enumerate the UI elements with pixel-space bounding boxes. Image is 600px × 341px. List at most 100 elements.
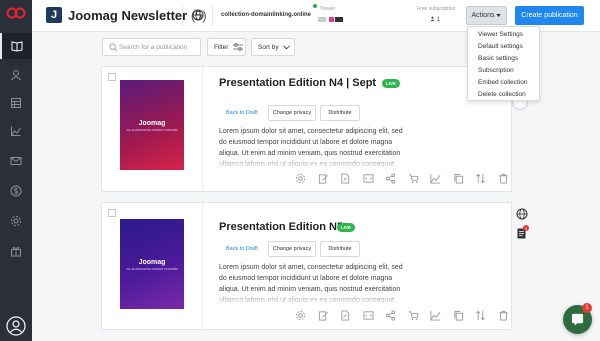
collection-title[interactable]: Joomag Newsletter (5) xyxy=(68,8,207,23)
back-to-draft-link[interactable]: Back to Draft xyxy=(226,110,258,116)
copy-icon[interactable] xyxy=(453,173,464,184)
viewer-swatch[interactable] xyxy=(318,17,326,22)
trash-icon[interactable] xyxy=(498,310,509,321)
sidebar-item-gifts[interactable] xyxy=(0,238,32,264)
online-status-dot xyxy=(313,4,317,8)
chat-badge: 1 xyxy=(582,303,592,313)
notification-badge: 1 xyxy=(523,225,529,231)
book-icon xyxy=(11,41,23,52)
user-icon xyxy=(430,16,435,21)
analytics-icon[interactable] xyxy=(430,310,441,321)
change-privacy-button[interactable]: Change privacy xyxy=(268,241,316,257)
actions-label: Actions xyxy=(471,12,495,19)
embed-icon[interactable] xyxy=(362,310,374,321)
chart-icon xyxy=(11,126,21,136)
edit-icon[interactable] xyxy=(318,173,329,184)
menu-item-default-settings[interactable]: Default settings xyxy=(468,41,539,53)
sidebar-item-billing[interactable] xyxy=(0,178,32,204)
sidebar-item-mail[interactable] xyxy=(0,148,32,174)
filter-label: Filter xyxy=(214,43,229,51)
actions-dropdown: Viewer Settings Default settings Basic s… xyxy=(467,26,540,101)
viewer-label: Viewer xyxy=(320,6,336,12)
card-actions-row xyxy=(295,310,509,321)
search-input[interactable] xyxy=(119,41,199,53)
header-divider xyxy=(212,6,213,26)
share-icon[interactable] xyxy=(385,173,396,184)
move-icon[interactable] xyxy=(475,173,486,184)
trash-icon[interactable] xyxy=(498,173,509,184)
sort-button[interactable]: Sort by xyxy=(251,38,295,56)
globe-icon[interactable] xyxy=(516,208,528,220)
embed-icon[interactable] xyxy=(362,173,374,184)
publication-cover[interactable]: Joomag ALL-IN-ONE DIGITAL CONTENT PLATFO… xyxy=(120,219,184,309)
card-divider xyxy=(202,203,203,329)
share-icon[interactable] xyxy=(385,310,396,321)
sidebar-item-users[interactable] xyxy=(0,62,32,88)
status-badge: LIVE xyxy=(337,223,356,232)
status-badge: LIVE xyxy=(382,79,401,88)
actions-button[interactable]: Actions xyxy=(466,6,507,25)
header-divider xyxy=(182,6,183,26)
gear-icon xyxy=(11,216,21,226)
search-box xyxy=(102,38,201,56)
menu-item-viewer-settings[interactable]: Viewer Settings xyxy=(468,29,539,41)
change-privacy-button[interactable]: Change privacy xyxy=(268,105,316,121)
caret-down-icon xyxy=(496,14,502,17)
globe-icon[interactable] xyxy=(192,9,204,21)
cart-icon[interactable] xyxy=(408,310,419,321)
settings-icon[interactable] xyxy=(295,310,306,321)
card-divider xyxy=(202,67,203,191)
sidebar-item-table[interactable] xyxy=(0,90,32,116)
distribute-button[interactable]: Distribute xyxy=(320,105,360,121)
avatar[interactable] xyxy=(6,316,26,336)
sidebar-item-publications[interactable] xyxy=(0,33,32,59)
sort-label: Sort by xyxy=(258,43,279,51)
collection-logo: J xyxy=(46,7,62,23)
description-fade xyxy=(219,291,409,305)
menu-item-basic-settings[interactable]: Basic settings xyxy=(468,53,539,65)
select-checkbox[interactable] xyxy=(108,209,116,217)
settings-icon[interactable] xyxy=(295,173,306,184)
publication-title[interactable]: Presentation Edition N4 | Sept 20 xyxy=(219,77,379,89)
publication-cover[interactable]: Joomag ALL-IN-ONE DIGITAL CONTENT PLATFO… xyxy=(120,80,184,170)
chevron-down-icon xyxy=(282,44,290,49)
collection-title-text: Joomag Newsletter xyxy=(68,8,188,23)
move-icon[interactable] xyxy=(475,310,486,321)
create-publication-button[interactable]: Create publication xyxy=(515,6,584,25)
cart-icon[interactable] xyxy=(408,173,419,184)
menu-item-embed-collection[interactable]: Embed collection xyxy=(468,77,539,89)
subscription-value: 1 xyxy=(430,16,440,23)
sidebar-item-settings[interactable] xyxy=(0,208,32,234)
table-icon xyxy=(11,98,21,108)
description-fade xyxy=(219,155,409,169)
joomag-logo-icon[interactable] xyxy=(6,7,26,19)
copy-icon[interactable] xyxy=(453,310,464,321)
mail-icon xyxy=(10,157,22,165)
edit-icon[interactable] xyxy=(318,310,329,321)
filter-button[interactable]: Filter xyxy=(207,38,246,56)
select-checkbox[interactable] xyxy=(108,73,116,81)
pdf-edit-icon[interactable] xyxy=(340,173,351,184)
collection-link[interactable]: collection-domainlinking.online xyxy=(221,12,311,18)
card-actions-row xyxy=(295,173,509,184)
cover-logo: Joomag xyxy=(138,120,166,127)
gift-icon xyxy=(11,246,21,257)
publication-title[interactable]: Presentation Edition N5 xyxy=(219,221,343,233)
menu-item-subscription[interactable]: Subscription xyxy=(468,65,539,77)
viewer-swatch[interactable] xyxy=(335,17,343,22)
sidebar xyxy=(0,0,32,341)
analytics-icon[interactable] xyxy=(430,173,441,184)
publication-card: Joomag ALL-IN-ONE DIGITAL CONTENT PLATFO… xyxy=(101,66,512,192)
cover-tagline: ALL-IN-ONE DIGITAL CONTENT PLATFORM xyxy=(126,268,178,271)
viewer-swatch[interactable] xyxy=(329,17,334,22)
distribute-button[interactable]: Distribute xyxy=(320,241,360,257)
cover-tagline: ALL-IN-ONE DIGITAL CONTENT PLATFORM xyxy=(126,129,178,132)
subscriber-count: 1 xyxy=(436,17,441,23)
sidebar-item-analytics[interactable] xyxy=(0,118,32,144)
pdf-edit-icon[interactable] xyxy=(340,310,351,321)
back-to-draft-link[interactable]: Back to Draft xyxy=(226,246,258,252)
menu-item-delete-collection[interactable]: Delete collection xyxy=(468,89,539,101)
users-icon xyxy=(11,70,21,81)
chat-icon xyxy=(571,313,584,326)
publication-card: Joomag ALL-IN-ONE DIGITAL CONTENT PLATFO… xyxy=(101,202,512,330)
